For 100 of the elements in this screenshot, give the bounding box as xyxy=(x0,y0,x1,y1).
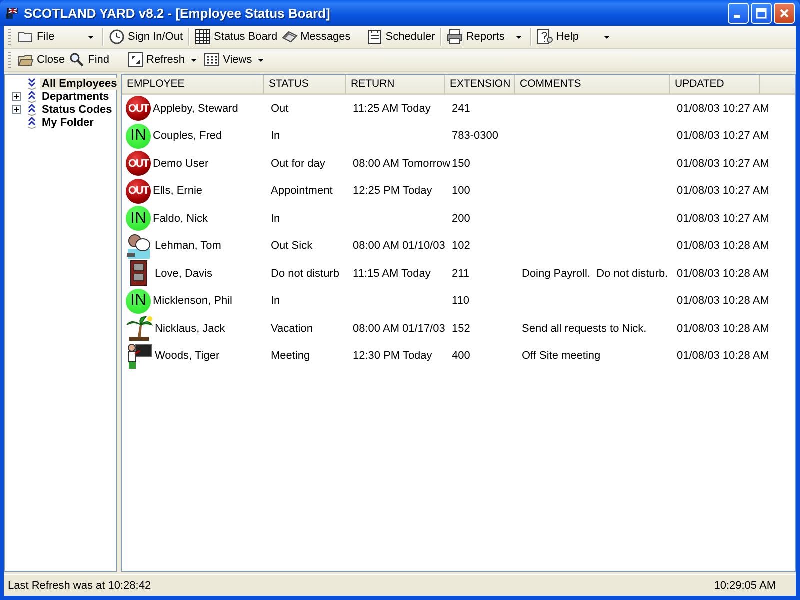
employee-name: Lehman, Tom xyxy=(154,240,222,252)
toolbar-button[interactable]: Messages xyxy=(280,27,353,47)
table-cell-text: 08:00 AM 01/10/03 xyxy=(352,240,446,252)
table-cell-text: 01/08/03 10:27 AM xyxy=(676,158,770,170)
table-cell-text: 01/08/03 10:28 AM xyxy=(676,322,770,335)
calendar-icon xyxy=(366,29,383,45)
clock-icon xyxy=(109,29,125,45)
table-cell-text: 211 xyxy=(451,268,470,280)
out-badge: OUT xyxy=(126,96,151,122)
expand-icon[interactable] xyxy=(12,92,21,101)
table-cell-text: 152 xyxy=(451,322,470,335)
in-badge: IN xyxy=(126,206,151,232)
table-cell-text: 11:15 AM Today xyxy=(352,268,431,280)
status-clock: 10:29:05 AM xyxy=(714,580,776,592)
chevrons-up-icon xyxy=(26,103,38,116)
table-cell-text: Doing Payroll. Do not disturb. xyxy=(521,268,668,280)
table-cell-text: 01/08/03 10:28 AM xyxy=(676,268,770,280)
employee-name: Micklenson, Phil xyxy=(152,295,232,308)
employee-name: Love, Davis xyxy=(154,268,212,280)
toolbar-button[interactable]: Find xyxy=(67,50,112,70)
toolbar-button[interactable]: Views xyxy=(202,50,270,70)
chevrons-up-icon xyxy=(26,116,38,129)
table-cell-text: 783-0300 xyxy=(451,130,498,142)
expand-icon[interactable] xyxy=(12,105,21,114)
presenter-icon xyxy=(126,342,153,370)
table-cell-text: 01/08/03 10:27 AM xyxy=(676,130,770,142)
table-cell-text: 01/08/03 10:28 AM xyxy=(676,295,770,308)
chevrons-down-icon xyxy=(26,77,38,90)
table-cell-text: In xyxy=(270,212,280,225)
table-cell-text: Do not disturb xyxy=(270,268,340,280)
employee-name: Woods, Tiger xyxy=(154,350,220,362)
help-document-icon xyxy=(537,29,554,45)
employee-name: Appleby, Steward xyxy=(152,102,238,115)
column-header[interactable]: EMPLOYEE xyxy=(122,75,264,95)
close-window-button[interactable] xyxy=(774,2,795,24)
employee-name: Demo User xyxy=(152,158,209,170)
minimize-button[interactable] xyxy=(728,2,749,24)
table-cell-text: 12:25 PM Today xyxy=(352,185,432,198)
toolbar-button[interactable]: Reports xyxy=(445,27,528,47)
table-cell-text: 08:00 AM Tomorrow xyxy=(352,158,451,170)
table-cell-text: Meeting xyxy=(270,350,310,362)
table-cell-text: 200 xyxy=(451,212,470,225)
toolbar-button[interactable]: Refresh xyxy=(126,50,202,70)
table-cell-text: 241 xyxy=(451,102,470,115)
toolbar-button[interactable]: File xyxy=(16,27,99,47)
out-badge: OUT xyxy=(126,151,151,176)
table-cell-text: In xyxy=(270,130,280,142)
flag-icon xyxy=(4,5,20,21)
employee-name: Nicklaus, Jack xyxy=(154,322,226,335)
toolbar-button[interactable]: Sign In/Out xyxy=(107,27,186,47)
employee-name: Couples, Fred xyxy=(152,130,222,142)
tree-item[interactable]: My Folder xyxy=(40,116,96,128)
maximize-button[interactable] xyxy=(751,2,772,24)
table-cell-text: 01/08/03 10:28 AM xyxy=(676,240,770,252)
table-cell-text: 01/08/03 10:28 AM xyxy=(676,350,770,362)
search-icon xyxy=(69,52,86,68)
table-cell-text: Off Site meeting xyxy=(521,350,601,362)
table-cell-text: 01/08/03 10:27 AM xyxy=(676,212,770,225)
minimize-icon xyxy=(734,14,740,18)
column-header[interactable]: COMMENTS xyxy=(515,75,670,95)
printer-icon xyxy=(447,29,464,45)
in-badge: IN xyxy=(126,124,151,149)
table-cell-text: Out xyxy=(270,102,289,115)
close-icon xyxy=(779,8,790,18)
toolbar-button[interactable]: Status Board xyxy=(193,27,280,47)
tree-item[interactable]: Departments xyxy=(40,90,112,102)
column-header[interactable]: EXTENSION xyxy=(445,75,515,95)
table-cell-text: Send all requests to Nick. xyxy=(521,322,647,335)
table-cell-text: 08:00 AM 01/17/03 xyxy=(352,322,446,335)
maximize-icon xyxy=(756,8,767,18)
view-grid-icon xyxy=(204,52,220,68)
toolbar-button[interactable]: Help xyxy=(535,27,616,47)
palm-tree-icon xyxy=(126,315,153,342)
column-header[interactable]: UPDATED xyxy=(670,75,760,95)
table-cell-text: 400 xyxy=(451,350,470,362)
table-cell-text: 12:30 PM Today xyxy=(352,350,432,362)
out-badge: OUT xyxy=(126,178,151,204)
table-cell-text: 11:25 AM Today xyxy=(352,102,431,115)
window-title: SCOTLAND YARD v8.2 - [Employee Status Board] xyxy=(24,6,332,20)
table-cell-text: 01/08/03 10:27 AM xyxy=(676,185,770,198)
tree-item[interactable]: Status Codes xyxy=(40,104,114,116)
header-filler xyxy=(760,75,795,95)
table-cell-text: 01/08/03 10:27 AM xyxy=(676,102,770,115)
column-header[interactable]: RETURN xyxy=(346,75,445,95)
refresh-icon xyxy=(128,52,144,68)
table-cell-text: Vacation xyxy=(270,322,313,335)
in-badge: IN xyxy=(126,288,151,314)
table-cell-text: Appointment xyxy=(270,185,333,198)
toolbar-button[interactable]: Scheduler xyxy=(364,27,438,47)
toolbar-button[interactable]: Close xyxy=(16,50,68,70)
column-header[interactable]: STATUS xyxy=(264,75,346,95)
chevrons-up-icon xyxy=(26,90,38,103)
grid-icon xyxy=(195,29,212,45)
table-cell-text: In xyxy=(270,295,280,308)
employee-name: Faldo, Nick xyxy=(152,212,208,225)
employee-name: Ells, Ernie xyxy=(152,185,203,198)
table-cell-text: Out Sick xyxy=(270,240,313,252)
tree-item[interactable]: All Employees xyxy=(40,78,120,90)
table-cell-text: 102 xyxy=(451,240,470,252)
table-cell-text: 100 xyxy=(451,185,470,198)
